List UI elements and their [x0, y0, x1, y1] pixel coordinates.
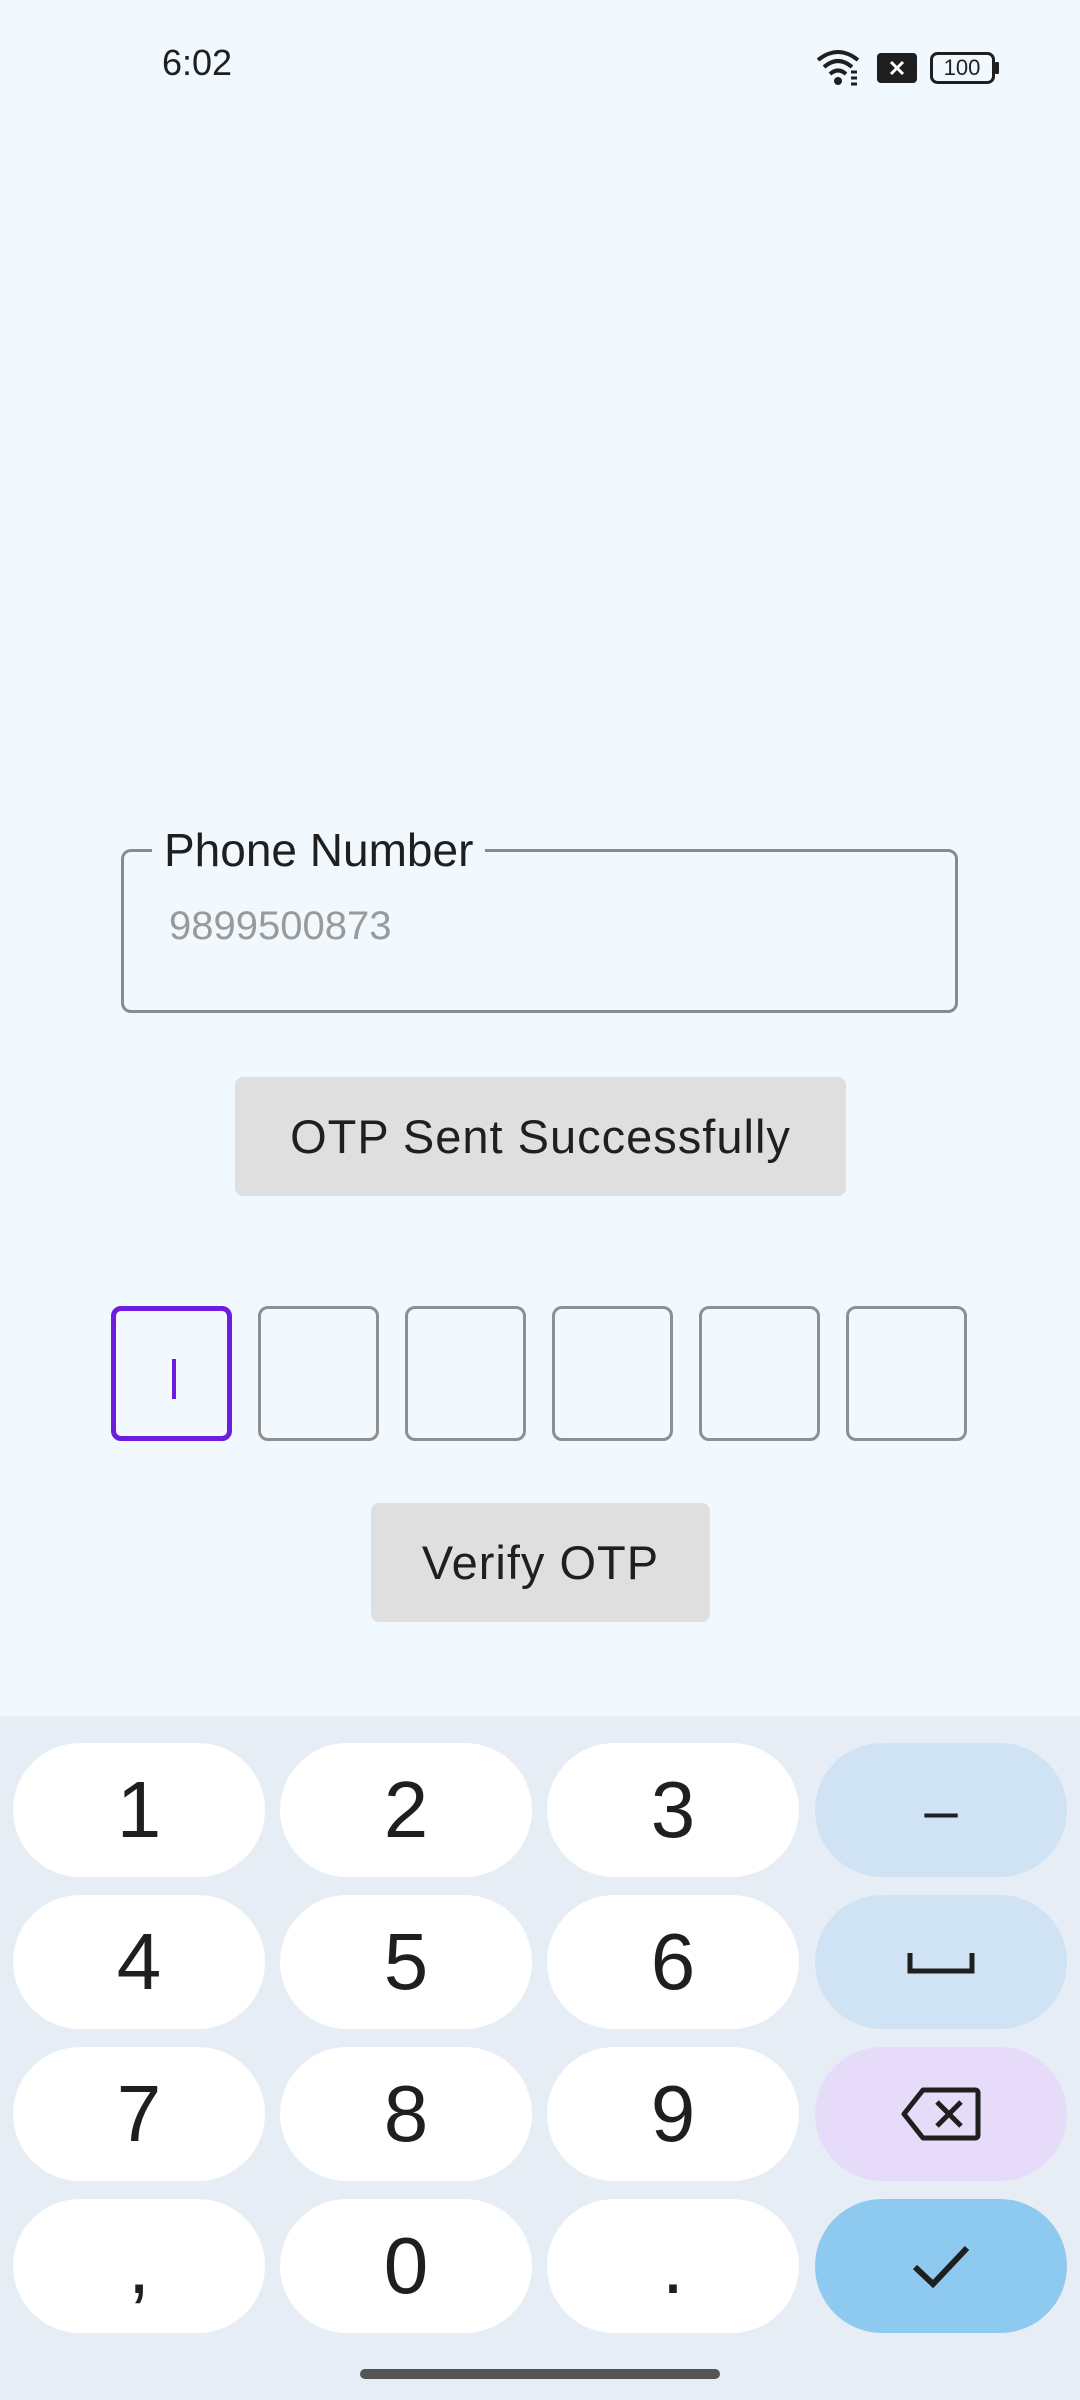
otp-input-row — [111, 1306, 969, 1441]
checkmark-icon — [912, 2245, 970, 2289]
dash-label: – — [924, 1776, 958, 1844]
phone-number-field[interactable]: Phone Number 9899500873 — [121, 820, 958, 1013]
otp-sent-button[interactable]: OTP Sent Successfully — [235, 1077, 846, 1196]
otp-digit-2[interactable] — [258, 1306, 379, 1441]
key-4[interactable]: 4 — [13, 1895, 265, 2029]
no-sim-icon — [877, 53, 917, 83]
key-dash[interactable]: – — [815, 1743, 1067, 1877]
wifi-icon — [816, 50, 860, 86]
battery-icon: 100 — [930, 52, 999, 84]
key-1[interactable]: 1 — [13, 1743, 265, 1877]
phone-number-label: Phone Number — [152, 820, 486, 880]
key-6[interactable]: 6 — [547, 1895, 799, 2029]
key-3[interactable]: 3 — [547, 1743, 799, 1877]
numeric-keyboard: 1 2 3 – 4 5 6 7 8 9 , 0 . — [0, 1716, 1080, 2400]
status-bar: 6:02 100 — [0, 0, 1080, 130]
key-enter[interactable] — [815, 2199, 1067, 2333]
key-5[interactable]: 5 — [280, 1895, 532, 2029]
key-comma[interactable]: , — [13, 2199, 265, 2333]
key-0[interactable]: 0 — [280, 2199, 532, 2333]
otp-digit-3[interactable] — [405, 1306, 526, 1441]
otp-digit-1[interactable] — [111, 1306, 232, 1441]
otp-digit-5[interactable] — [699, 1306, 820, 1441]
key-space[interactable] — [815, 1895, 1067, 2029]
key-7[interactable]: 7 — [13, 2047, 265, 2181]
home-gesture-bar[interactable] — [360, 2369, 720, 2379]
backspace-icon — [901, 2087, 981, 2141]
status-time: 6:02 — [162, 42, 233, 83]
otp-digit-4[interactable] — [552, 1306, 673, 1441]
battery-level: 100 — [944, 55, 981, 80]
space-icon — [907, 1953, 975, 1974]
key-9[interactable]: 9 — [547, 2047, 799, 2181]
key-2[interactable]: 2 — [280, 1743, 532, 1877]
phone-number-value: 9899500873 — [169, 904, 392, 948]
key-period[interactable]: . — [547, 2199, 799, 2333]
verify-otp-button[interactable]: Verify OTP — [371, 1503, 710, 1622]
text-cursor — [172, 1359, 176, 1399]
key-backspace[interactable] — [815, 2047, 1067, 2181]
key-8[interactable]: 8 — [280, 2047, 532, 2181]
otp-digit-6[interactable] — [846, 1306, 967, 1441]
